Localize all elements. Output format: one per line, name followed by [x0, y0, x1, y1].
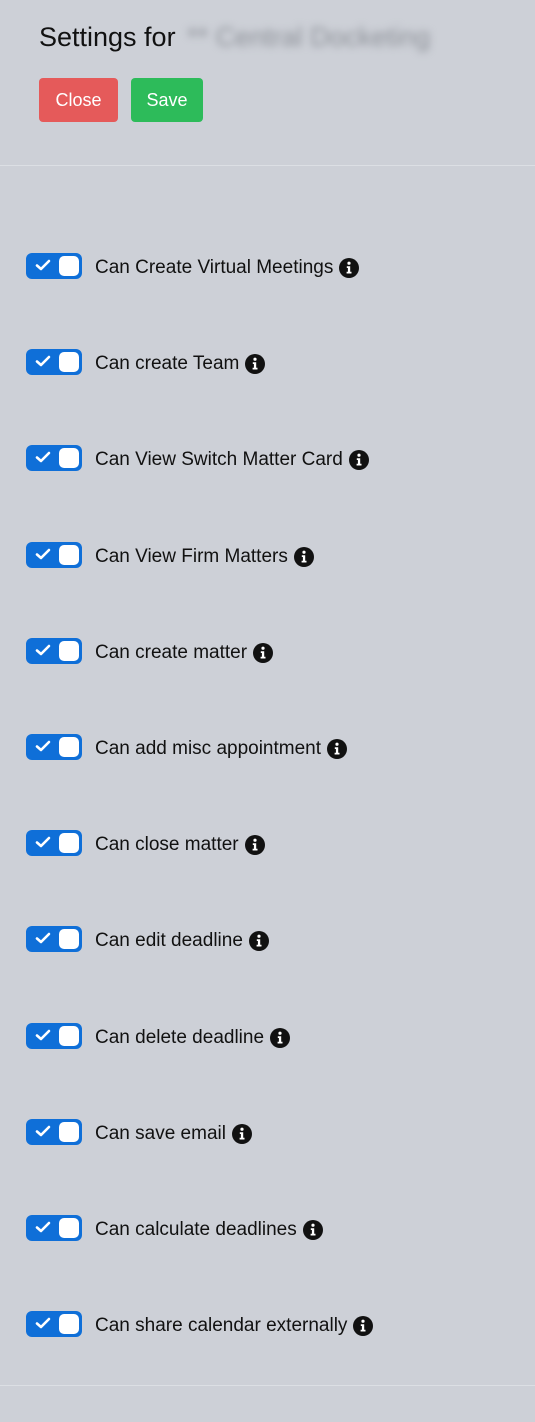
- footer-divider: [0, 1385, 535, 1386]
- info-icon[interactable]: [327, 739, 348, 759]
- permission-toggle[interactable]: [26, 926, 82, 952]
- info-icon[interactable]: [245, 354, 266, 374]
- setting-row: Can create Team: [26, 347, 266, 377]
- info-icon[interactable]: [348, 450, 369, 470]
- info-icon[interactable]: [339, 258, 360, 278]
- toggle-knob: [59, 1218, 79, 1238]
- checkmark-icon: [35, 451, 51, 463]
- setting-label: Can View Firm Matters: [95, 546, 288, 567]
- checkmark-icon: [35, 1317, 51, 1329]
- checkmark-icon: [35, 355, 51, 367]
- setting-label: Can create Team: [95, 353, 240, 374]
- toggle-knob: [59, 1314, 79, 1334]
- setting-label: Can save email: [95, 1123, 226, 1144]
- info-icon[interactable]: [248, 931, 269, 951]
- info-icon[interactable]: [302, 1220, 323, 1240]
- setting-label: Can share calendar externally: [95, 1315, 348, 1336]
- info-icon[interactable]: [253, 643, 274, 663]
- info-icon[interactable]: [353, 1316, 374, 1336]
- permission-toggle[interactable]: [26, 445, 82, 471]
- checkmark-icon: [35, 644, 51, 656]
- setting-row: Can calculate deadlines: [26, 1213, 323, 1243]
- setting-row: Can Create Virtual Meetings: [26, 251, 360, 281]
- setting-row: Can add misc appointment: [26, 732, 348, 762]
- permission-toggle[interactable]: [26, 1311, 82, 1337]
- toggle-knob: [59, 256, 79, 276]
- settings-header: Settings for ** Central Docketing Close …: [0, 0, 535, 166]
- setting-row: Can close matter: [26, 828, 265, 858]
- setting-label: Can edit deadline: [95, 930, 243, 951]
- checkmark-icon: [35, 1125, 51, 1137]
- page-title: Settings for ** Central Docketing: [39, 20, 430, 54]
- setting-label: Can create matter: [95, 642, 248, 663]
- info-icon[interactable]: [270, 1028, 291, 1048]
- checkmark-icon: [35, 740, 51, 752]
- setting-label: Can close matter: [95, 834, 239, 855]
- settings-page: Settings for ** Central Docketing Close …: [0, 0, 535, 1422]
- checkmark-icon: [35, 1029, 51, 1041]
- permission-toggle[interactable]: [26, 1119, 82, 1145]
- toggle-knob: [59, 833, 79, 853]
- toggle-knob: [59, 1122, 79, 1142]
- toggle-knob: [59, 448, 79, 468]
- toggle-knob: [59, 641, 79, 661]
- setting-row: Can delete deadline: [26, 1021, 291, 1051]
- permission-toggle[interactable]: [26, 734, 82, 760]
- info-icon[interactable]: [293, 547, 314, 567]
- setting-row: Can share calendar externally: [26, 1309, 374, 1339]
- setting-row: Can View Switch Matter Card: [26, 443, 369, 473]
- checkmark-icon: [35, 548, 51, 560]
- setting-row: Can View Firm Matters: [26, 540, 314, 570]
- setting-row: Can edit deadline: [26, 924, 269, 954]
- setting-label: Can Create Virtual Meetings: [95, 257, 334, 278]
- toggle-knob: [59, 545, 79, 565]
- setting-label: Can View Switch Matter Card: [95, 449, 343, 470]
- permission-toggle[interactable]: [26, 542, 82, 568]
- toggle-knob: [59, 737, 79, 757]
- permission-toggle[interactable]: [26, 1215, 82, 1241]
- permission-toggle[interactable]: [26, 349, 82, 375]
- checkmark-icon: [35, 1221, 51, 1233]
- permission-toggle[interactable]: [26, 1023, 82, 1049]
- toggle-knob: [59, 1026, 79, 1046]
- permission-toggle[interactable]: [26, 638, 82, 664]
- checkmark-icon: [35, 836, 51, 848]
- title-prefix: Settings for: [39, 22, 176, 52]
- checkmark-icon: [35, 259, 51, 271]
- setting-row: Can save email: [26, 1117, 252, 1147]
- info-icon[interactable]: [244, 835, 265, 855]
- save-button[interactable]: Save: [131, 78, 203, 122]
- checkmark-icon: [35, 932, 51, 944]
- setting-label: Can add misc appointment: [95, 738, 322, 759]
- permission-toggle[interactable]: [26, 253, 82, 279]
- info-icon[interactable]: [231, 1124, 252, 1144]
- close-button[interactable]: Close: [39, 78, 118, 122]
- setting-label: Can delete deadline: [95, 1027, 265, 1048]
- setting-label: Can calculate deadlines: [95, 1219, 297, 1240]
- toggle-knob: [59, 929, 79, 949]
- permission-toggle[interactable]: [26, 830, 82, 856]
- organization-name: ** Central Docketing: [187, 22, 431, 52]
- setting-row: Can create matter: [26, 636, 274, 666]
- toggle-knob: [59, 352, 79, 372]
